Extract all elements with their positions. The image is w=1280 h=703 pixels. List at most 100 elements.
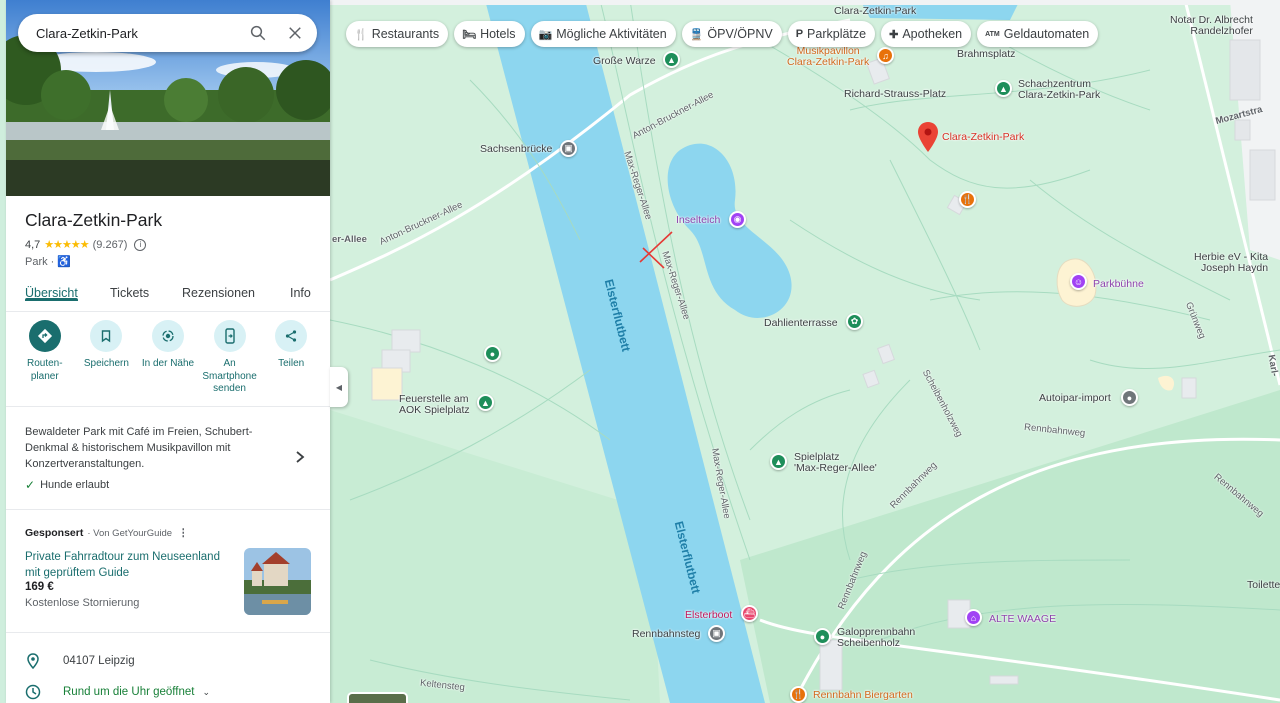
label-toilette[interactable]: Toilette bbox=[1247, 580, 1280, 591]
address-text: 04107 Leipzig bbox=[63, 655, 135, 667]
more-options-icon[interactable]: ⋮ bbox=[178, 527, 189, 539]
chevron-down-icon[interactable]: ⌄ bbox=[202, 687, 210, 698]
close-icon[interactable] bbox=[286, 24, 304, 42]
theater-poi-icon[interactable]: ☺ bbox=[1070, 273, 1087, 290]
divider bbox=[6, 406, 330, 407]
chip-atms[interactable]: ATM Geldautomaten bbox=[977, 21, 1099, 47]
label-parkbuehne[interactable]: Parkbühne bbox=[1093, 279, 1144, 290]
label-autoipar[interactable]: Autoipar-import bbox=[1039, 393, 1111, 404]
camera-poi-icon[interactable]: ◉ bbox=[729, 211, 746, 228]
action-bookmark-button[interactable]: Speichern bbox=[77, 320, 135, 396]
park-poi-icon[interactable]: ▲ bbox=[663, 51, 680, 68]
label-feuerstelle[interactable]: Feuerstelle am AOK Spielplatz bbox=[399, 394, 470, 416]
playground2-poi-icon[interactable]: ▲ bbox=[770, 453, 787, 470]
hours-row[interactable]: Rund um die Uhr geöffnet ⌄ bbox=[25, 684, 210, 700]
search-input[interactable] bbox=[36, 25, 236, 41]
map-base-layer bbox=[330, 0, 1280, 703]
label-biergarten[interactable]: Rennbahn Biergarten bbox=[813, 690, 913, 701]
biergarten-poi-icon[interactable]: 🍴 bbox=[790, 686, 807, 703]
layers-button[interactable] bbox=[347, 692, 408, 703]
boat-poi-icon[interactable]: ⛴ bbox=[741, 605, 758, 622]
label-clara-park-pin[interactable]: Clara-Zetkin-Park bbox=[942, 132, 1024, 143]
directions-icon bbox=[28, 320, 61, 352]
address-row[interactable]: 04107 Leipzig bbox=[25, 653, 135, 669]
racecourse-poi-icon[interactable]: ● bbox=[814, 628, 831, 645]
restaurant-icon[interactable]: ♫ bbox=[877, 47, 894, 64]
tab-tickets[interactable]: Tickets bbox=[110, 282, 149, 300]
ad-title-link[interactable]: Private Fahrradtour zum Neuseenland mit … bbox=[25, 549, 225, 581]
chess-poi-icon[interactable]: ▲ bbox=[995, 80, 1012, 97]
label-brahmsplatz[interactable]: Brahmsplatz bbox=[957, 49, 1015, 60]
flower-poi-icon[interactable]: ✿ bbox=[846, 313, 863, 330]
label-allee-left: er-Allee bbox=[332, 234, 367, 245]
ad-price: 169 € bbox=[25, 581, 54, 593]
tab-reviews[interactable]: Rezensionen bbox=[182, 282, 255, 300]
map-canvas[interactable]: Clara-Zetkin-Park Musikpavillon Clara-Ze… bbox=[330, 0, 1280, 703]
label-dahlienterrasse[interactable]: Dahlienterrasse bbox=[764, 318, 838, 329]
divider bbox=[6, 509, 330, 510]
label-sachsenbruecke[interactable]: Sachsenbrücke bbox=[480, 144, 552, 155]
chip-hotels[interactable]: 🛏 Hotels bbox=[454, 21, 525, 47]
action-share-button[interactable]: Teilen bbox=[262, 320, 320, 396]
chip-label: Apotheken bbox=[902, 27, 963, 41]
description-text[interactable]: Bewaldeter Park mit Café im Freien, Schu… bbox=[25, 424, 290, 472]
playground-poi-icon[interactable]: ● bbox=[484, 345, 501, 362]
label-richard-strauss[interactable]: Richard-Strauss-Platz bbox=[844, 89, 946, 100]
map-pin-icon[interactable] bbox=[918, 122, 938, 152]
label-spielplatz[interactable]: Spielplatz 'Max-Reger-Allee' bbox=[794, 452, 877, 474]
landmark-poi-icon[interactable]: ⌂ bbox=[965, 609, 982, 626]
bookmark-icon bbox=[90, 320, 123, 352]
label-clara-park-top[interactable]: Clara-Zetkin-Park bbox=[834, 6, 916, 17]
atms-icon: ATM bbox=[985, 30, 1000, 38]
chip-pharmacies[interactable]: ✚ Apotheken bbox=[881, 21, 972, 47]
review-count[interactable]: (9.267) bbox=[93, 239, 128, 251]
divider bbox=[6, 632, 330, 633]
ad-image[interactable] bbox=[244, 548, 311, 615]
label-notar[interactable]: Notar Dr. Albrecht Randelzhofer bbox=[1170, 15, 1253, 37]
chip-restaurants[interactable]: 🍴 Restaurants bbox=[346, 21, 449, 47]
wheelchair-icon: ♿ bbox=[57, 256, 72, 268]
action-label: An Smartphone senden bbox=[202, 358, 257, 394]
dogs-allowed-row: ✓ Hunde erlaubt bbox=[25, 478, 109, 492]
sponsored-label: Gesponsert bbox=[25, 527, 84, 539]
fire-poi-icon[interactable]: ▲ bbox=[477, 394, 494, 411]
bridge-poi-icon[interactable]: ▣ bbox=[560, 140, 577, 157]
place-panel: Clara-Zetkin-Park 4,7 ★★★★★ (9.267) i Pa… bbox=[6, 0, 330, 703]
label-inselteich[interactable]: Inselteich bbox=[676, 215, 720, 226]
bridge2-poi-icon[interactable]: ▣ bbox=[708, 625, 725, 642]
chip-label: Restaurants bbox=[371, 27, 440, 41]
label-musikpavillon[interactable]: Musikpavillon Clara-Zetkin-Park bbox=[787, 46, 869, 68]
place-category[interactable]: Park · bbox=[25, 256, 54, 268]
collapse-panel-button[interactable]: ◀ bbox=[330, 367, 348, 407]
label-alte-waage[interactable]: ALTE WAAGE bbox=[989, 614, 1056, 625]
chip-transit[interactable]: 🚆 ÖPV/ÖPNV bbox=[681, 21, 782, 47]
action-label: In der Nähe bbox=[141, 358, 195, 369]
place-title: Clara-Zetkin-Park bbox=[25, 210, 163, 230]
action-directions-button[interactable]: Routen- planer bbox=[16, 320, 74, 396]
action-phone-button[interactable]: An Smartphone senden bbox=[201, 320, 259, 396]
hours-text: Rund um die Uhr geöffnet bbox=[63, 686, 195, 698]
action-label: Routen- planer bbox=[27, 358, 63, 382]
action-nearby-button[interactable]: In der Nähe bbox=[139, 320, 197, 396]
chevron-right-icon[interactable] bbox=[294, 449, 306, 465]
star-icons: ★★★★★ bbox=[44, 239, 89, 251]
label-herbie[interactable]: Herbie eV - Kita Joseph Haydn bbox=[1194, 252, 1268, 274]
search-icon[interactable] bbox=[249, 24, 267, 42]
label-galopp[interactable]: Galopprennbahn Scheibenholz bbox=[837, 627, 915, 649]
search-box bbox=[18, 14, 317, 52]
chip-activities[interactable]: 📷 Mögliche Aktivitäten bbox=[530, 21, 676, 47]
tab-overview[interactable]: Übersicht bbox=[25, 282, 78, 301]
label-elsterboot[interactable]: Elsterboot bbox=[685, 610, 732, 621]
chip-parking[interactable]: P Parkplätze bbox=[787, 21, 876, 47]
category-chips: 🍴 Restaurants 🛏 Hotels 📷 Mögliche Aktivitäten… bbox=[346, 21, 1099, 47]
check-icon: ✓ bbox=[25, 478, 36, 492]
chip-label: Parkplätze bbox=[807, 27, 867, 41]
cafe-poi-icon[interactable]: 🍴 bbox=[959, 191, 976, 208]
shop-poi-icon[interactable]: ● bbox=[1121, 389, 1138, 406]
info-icon[interactable]: i bbox=[134, 238, 147, 251]
label-grosse-warze[interactable]: Große Warze bbox=[593, 56, 656, 67]
sponsored-header: Gesponsert · Von GetYourGuide ⋮ bbox=[25, 527, 189, 539]
label-schachzentrum[interactable]: Schachzentrum Clara-Zetkin-Park bbox=[1018, 79, 1100, 101]
tab-info[interactable]: Info bbox=[290, 282, 311, 300]
label-rennbahnsteg[interactable]: Rennbahnsteg bbox=[632, 629, 700, 640]
